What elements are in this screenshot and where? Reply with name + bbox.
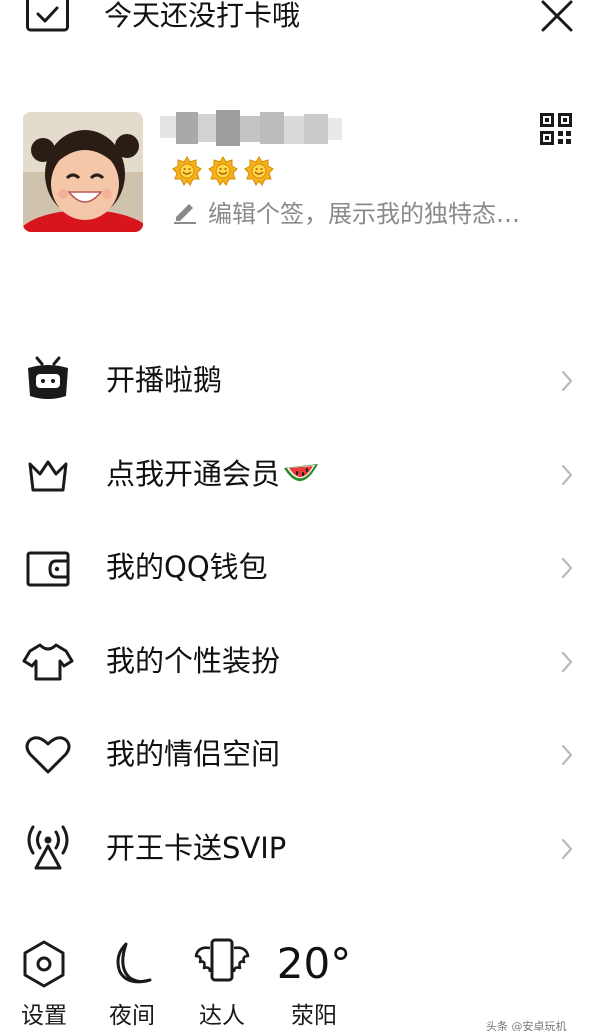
signature-placeholder: 编辑个签，展示我的独特态…: [208, 199, 520, 228]
qq-side-drawer: 今天还没打卡哦 编辑个签，展示我的独特态… 开播啦鹅 点我开通会员 我的QQ钱包…: [0, 0, 612, 1031]
wallet-icon: [22, 543, 74, 591]
settings-button[interactable]: 设置: [4, 930, 84, 1031]
live-tv-icon: [22, 356, 74, 404]
chevron-right-icon: [558, 462, 576, 488]
pencil-icon: [172, 198, 198, 224]
menu-label: 开播啦鹅: [106, 363, 223, 397]
menu-label-text: 点我开通会员: [106, 456, 281, 491]
menu-label: 我的情侣空间: [106, 737, 281, 772]
settings-hexagon-icon: [4, 934, 84, 990]
night-mode-label: 夜间: [109, 1003, 155, 1029]
menu-label: 我的QQ钱包: [106, 550, 268, 585]
expert-label: 达人: [199, 1003, 245, 1029]
menu-item-vip[interactable]: 点我开通会员: [0, 428, 612, 522]
avatar[interactable]: [23, 112, 143, 232]
menu-list: 开播啦鹅 点我开通会员 我的QQ钱包 我的个性装扮 我的情侣空间 开王卡送SVI…: [0, 334, 612, 896]
city-label: 荥阳: [291, 1003, 337, 1029]
qr-code-icon[interactable]: [540, 113, 572, 145]
tshirt-icon: [22, 637, 74, 685]
calendar-check-icon[interactable]: [26, 0, 70, 36]
nickname-blurred: [160, 110, 342, 150]
level-badges[interactable]: [172, 156, 274, 186]
temperature-value: 20°: [276, 939, 352, 988]
watermelon-icon: [282, 456, 320, 490]
menu-item-couple-space[interactable]: 我的情侣空间: [0, 708, 612, 802]
winged-phone-icon: [182, 934, 262, 990]
menu-item-kingcard[interactable]: 开王卡送SVIP: [0, 802, 612, 896]
menu-item-decoration[interactable]: 我的个性装扮: [0, 615, 612, 709]
crown-icon: [22, 450, 74, 498]
chevron-right-icon: [558, 555, 576, 581]
signal-tower-icon: [22, 824, 74, 872]
settings-label: 设置: [21, 1003, 67, 1029]
weather-widget[interactable]: 20° 荥阳: [274, 930, 354, 1031]
chevron-right-icon: [558, 836, 576, 862]
close-icon[interactable]: [538, 0, 578, 36]
moon-icon: [92, 934, 172, 990]
sun-badge-icon: [208, 156, 238, 186]
checkin-label[interactable]: 今天还没打卡哦: [104, 0, 300, 36]
sun-badge-icon: [172, 156, 202, 186]
chevron-right-icon: [558, 649, 576, 675]
night-mode-button[interactable]: 夜间: [92, 930, 172, 1031]
menu-label: 我的个性装扮: [106, 643, 281, 678]
bottom-bar: 设置 夜间 达人 20° 荥阳: [0, 930, 612, 1031]
signature-editor[interactable]: 编辑个签，展示我的独特态…: [172, 194, 520, 228]
menu-item-wallet[interactable]: 我的QQ钱包: [0, 521, 612, 615]
heart-icon: [22, 730, 74, 778]
menu-item-live[interactable]: 开播啦鹅: [0, 334, 612, 428]
chevron-right-icon: [558, 368, 576, 394]
menu-label: 点我开通会员: [106, 454, 320, 494]
sun-badge-icon: [244, 156, 274, 186]
checkin-bar: 今天还没打卡哦: [0, 0, 612, 40]
expert-button[interactable]: 达人: [182, 930, 262, 1031]
chevron-right-icon: [558, 742, 576, 768]
watermark: 头条 @安卓玩机: [486, 1020, 567, 1031]
menu-label: 开王卡送SVIP: [106, 830, 287, 865]
